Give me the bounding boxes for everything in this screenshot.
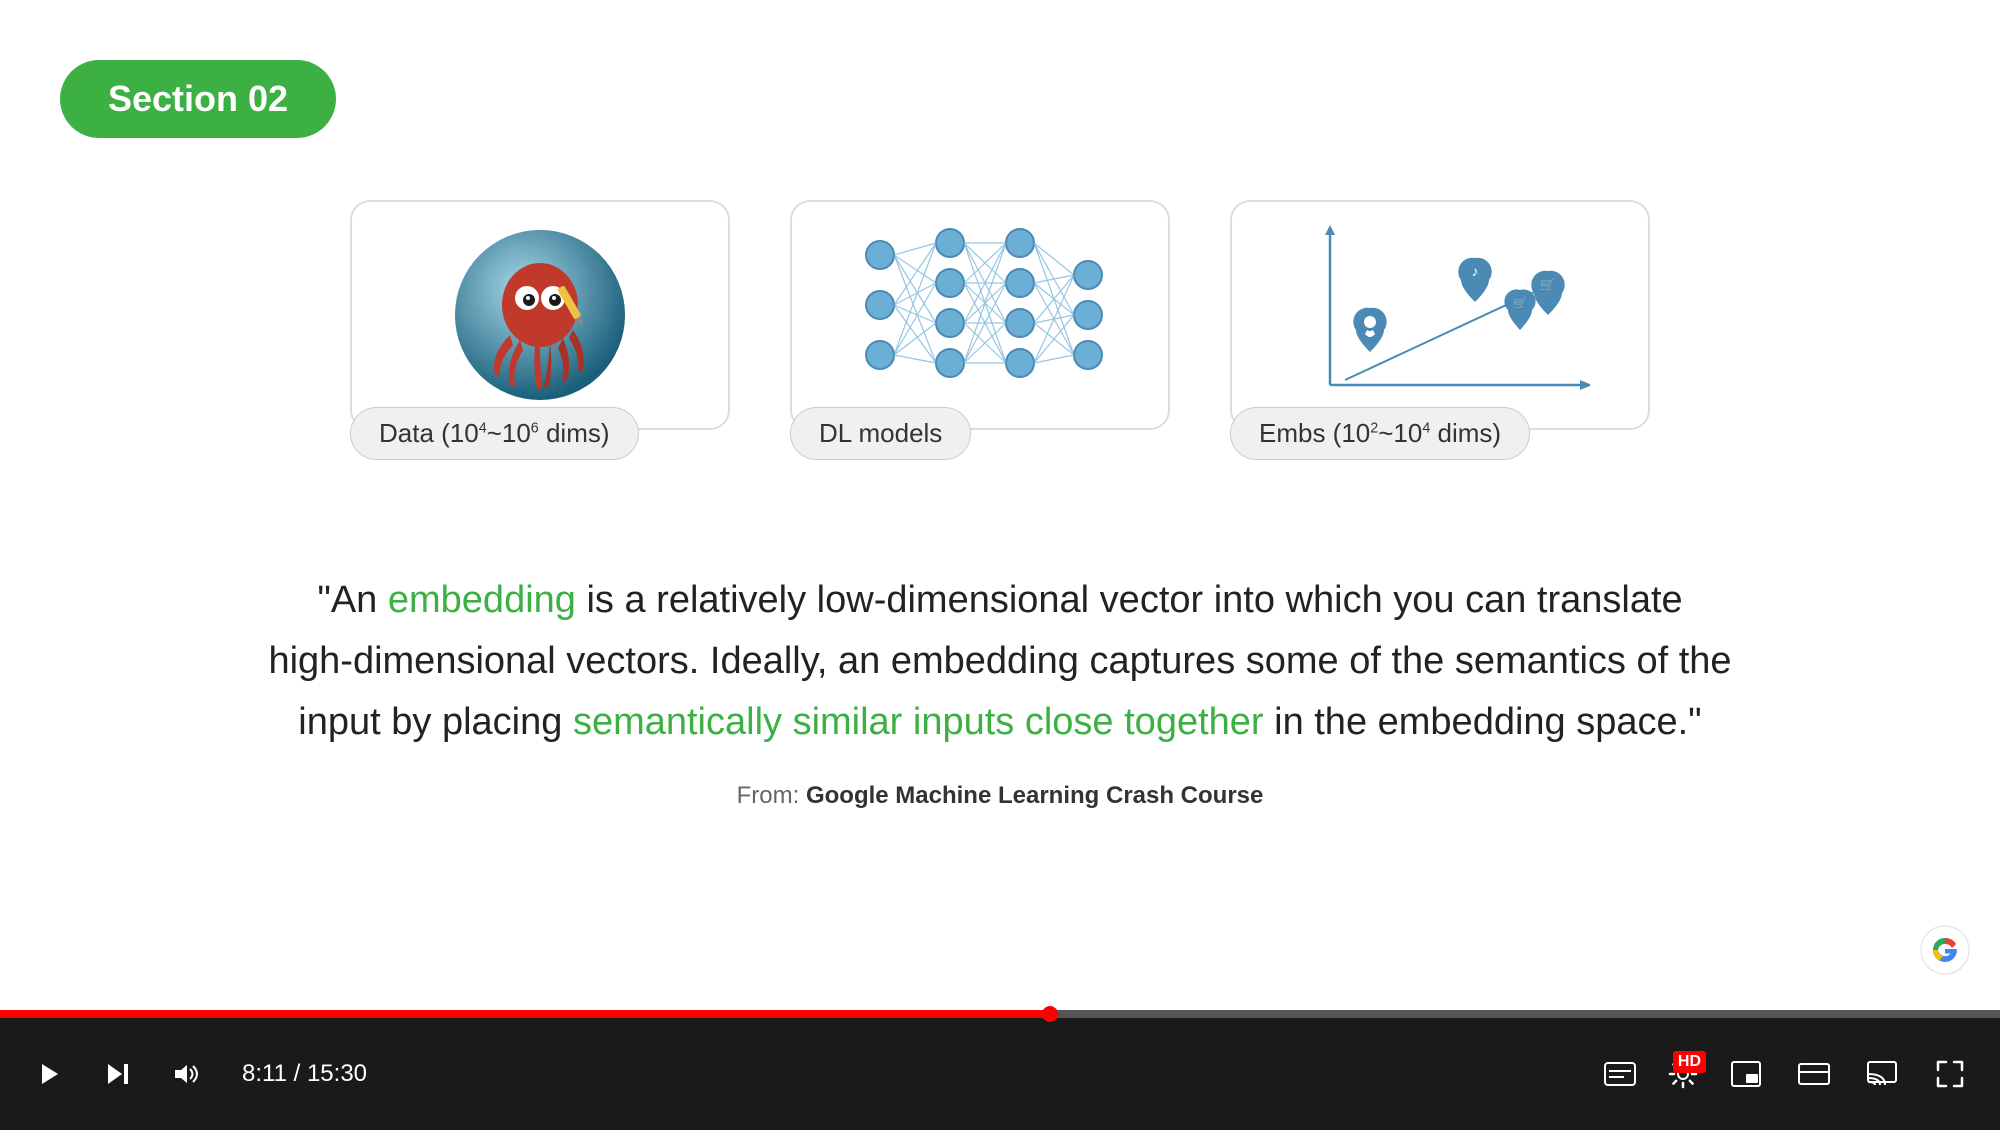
embs-card-label: Embs (102~104 dims) bbox=[1230, 407, 1530, 460]
progress-bar[interactable] bbox=[0, 1010, 2000, 1018]
source-prefix: From: bbox=[737, 782, 806, 809]
progress-filled bbox=[0, 1010, 1050, 1018]
embs-card: ♪ 🛒 🛒 bbox=[1230, 200, 1650, 430]
fullscreen-button[interactable] bbox=[1930, 1054, 1970, 1094]
theater-button[interactable] bbox=[1794, 1054, 1834, 1094]
skip-button[interactable] bbox=[98, 1054, 138, 1094]
octopus-illustration bbox=[455, 230, 625, 400]
settings-button[interactable]: HD bbox=[1668, 1059, 1698, 1089]
similar-phrase-highlight: semantically similar inputs close togeth… bbox=[573, 701, 1264, 743]
controls-row: 8:11 / 15:30 HD bbox=[0, 1018, 2000, 1130]
video-bar: 8:11 / 15:30 HD bbox=[0, 1010, 2000, 1130]
svg-text:♪: ♪ bbox=[1472, 263, 1479, 279]
embedding-chart-svg: ♪ 🛒 🛒 bbox=[1290, 225, 1590, 405]
google-watermark bbox=[1920, 925, 1970, 980]
source-name: Google Machine Learning Crash Course bbox=[806, 782, 1263, 809]
data-card bbox=[350, 200, 730, 430]
right-controls: HD bbox=[1600, 1054, 1970, 1094]
progress-dot bbox=[1042, 1006, 1058, 1022]
neural-network-svg bbox=[840, 225, 1120, 405]
section-badge: Section 02 bbox=[60, 60, 336, 138]
octopus-svg bbox=[455, 230, 625, 400]
svg-text:🛒: 🛒 bbox=[1540, 277, 1556, 292]
quote-text: "An embedding is a relatively low-dimens… bbox=[250, 570, 1750, 752]
source-text: From: Google Machine Learning Crash Cour… bbox=[250, 782, 1750, 810]
cast-button[interactable] bbox=[1862, 1054, 1902, 1094]
quote-section: "An embedding is a relatively low-dimens… bbox=[250, 570, 1750, 810]
data-card-label: Data (104~106 dims) bbox=[350, 407, 639, 460]
embedding-highlight: embedding bbox=[388, 579, 576, 621]
miniplayer-button[interactable] bbox=[1726, 1054, 1766, 1094]
dl-models-card bbox=[790, 200, 1170, 430]
slide-area: Section 02 bbox=[0, 0, 2000, 1010]
time-display: 8:11 / 15:30 bbox=[242, 1060, 367, 1088]
volume-button[interactable] bbox=[166, 1054, 206, 1094]
dl-models-card-label: DL models bbox=[790, 407, 971, 460]
subtitles-button[interactable] bbox=[1600, 1054, 1640, 1094]
hd-badge: HD bbox=[1673, 1051, 1706, 1073]
play-button[interactable] bbox=[30, 1054, 70, 1094]
cards-row: Data (104~106 dims) bbox=[350, 200, 1650, 470]
svg-text:🛒: 🛒 bbox=[1513, 296, 1528, 310]
google-logo bbox=[1920, 925, 1970, 975]
